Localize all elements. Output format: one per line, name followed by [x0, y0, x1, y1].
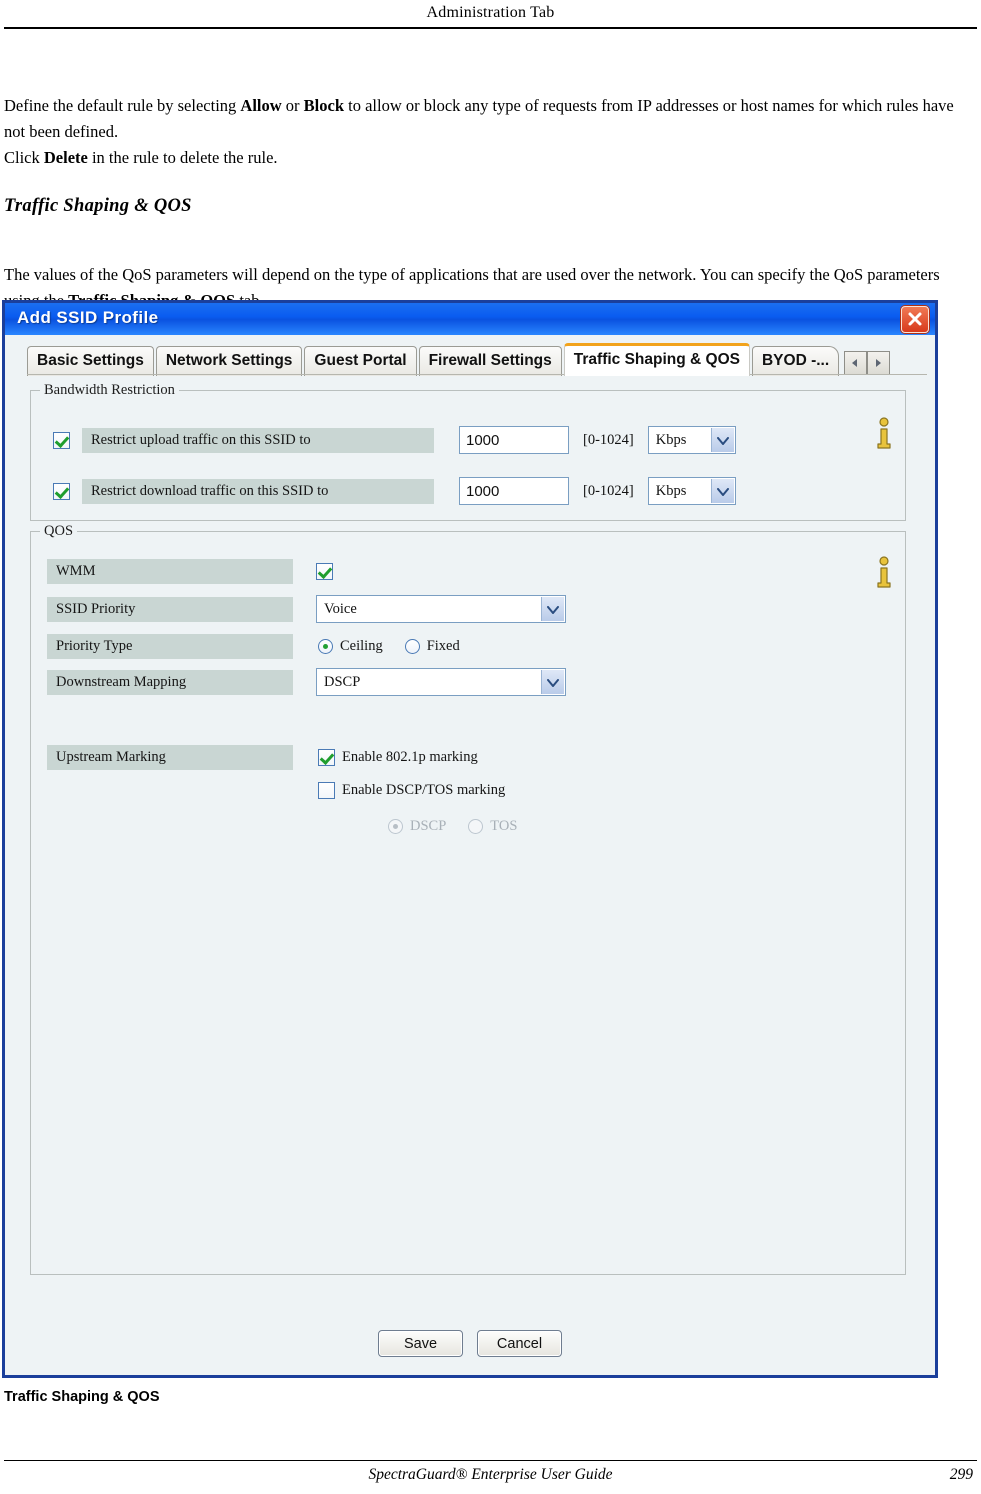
figure-caption: Traffic Shaping & QOS	[4, 1389, 160, 1405]
dialog-tabs: Basic Settings Network Settings Guest Port…	[5, 343, 935, 376]
upstream-marking-label: Upstream Marking	[47, 745, 293, 770]
chevron-down-icon	[710, 428, 734, 452]
chevron-down-icon	[710, 479, 734, 503]
tab-firewall-settings[interactable]: Firewall Settings	[418, 346, 562, 376]
ssid-priority-row: SSID Priority Voice	[47, 595, 566, 623]
download-unit-dropdown[interactable]: Kbps	[647, 477, 736, 505]
tab-basic-settings[interactable]: Basic Settings	[27, 346, 154, 376]
enable-dscptos-checkbox[interactable]	[318, 782, 335, 799]
wmm-checkbox[interactable]	[316, 563, 333, 580]
qos-info-icon[interactable]	[874, 556, 894, 594]
dialog-title: Add SSID Profile	[17, 308, 159, 327]
priority-type-ceiling-radio[interactable]	[318, 639, 333, 654]
download-limit-input[interactable]	[459, 477, 569, 505]
priority-type-ceiling-label: Ceiling	[340, 638, 383, 654]
qos-group: QOS WMM SSID Priority Voice Priority Typ…	[30, 523, 906, 1275]
tabstrip-underline	[27, 374, 927, 375]
restrict-upload-checkbox[interactable]	[53, 431, 70, 449]
download-unit-value: Kbps	[655, 483, 687, 499]
dialog-button-bar: Save Cancel	[2, 1330, 938, 1357]
priority-type-fixed-label: Fixed	[426, 638, 460, 654]
bandwidth-restriction-group: Bandwidth Restriction Restrict upload tr…	[30, 382, 906, 521]
restrict-download-label: Restrict download traffic on this SSID t…	[82, 478, 434, 504]
paragraph-default-rule: Define the default rule by selecting All…	[4, 96, 954, 141]
priority-type-fixed-radio[interactable]	[404, 639, 420, 654]
marking-type-dscp-radio	[388, 819, 403, 834]
restrict-download-checkbox[interactable]	[53, 482, 70, 500]
tab-guest-portal[interactable]: Guest Portal	[304, 346, 417, 376]
tab-scroll-right-icon[interactable]	[867, 351, 891, 375]
footer-title: SpectraGuard® Enterprise User Guide	[368, 1466, 613, 1483]
restrict-download-row: Restrict download traffic on this SSID t…	[53, 477, 736, 505]
bandwidth-restriction-legend: Bandwidth Restriction	[40, 382, 179, 399]
wmm-label: WMM	[47, 559, 293, 584]
running-head-text: Administration Tab	[426, 4, 555, 21]
enable-dscptos-label: Enable DSCP/TOS marking	[342, 782, 506, 798]
paragraph-delete-rule: Click Delete in the rule to delete the r…	[4, 148, 278, 167]
marking-type-dscp-label: DSCP	[410, 818, 447, 834]
tab-traffic-shaping-qos[interactable]: Traffic Shaping & QOS	[563, 343, 750, 376]
tab-network-settings[interactable]: Network Settings	[155, 346, 303, 376]
download-range-hint: [0-1024]	[583, 482, 634, 499]
restrict-upload-row: Restrict upload traffic on this SSID to …	[53, 426, 736, 454]
downstream-mapping-label: Downstream Mapping	[47, 669, 293, 695]
marking-type-tos-label: TOS	[490, 818, 518, 834]
section-heading: Traffic Shaping & QOS	[4, 196, 192, 216]
running-head: Administration Tab	[0, 0, 981, 28]
cancel-button[interactable]: Cancel	[477, 1330, 562, 1357]
footer-divider	[4, 1460, 977, 1461]
dialog-titlebar: Add SSID Profile	[5, 303, 935, 335]
save-button[interactable]: Save	[378, 1330, 463, 1357]
intro-paragraphs: Define the default rule by selecting All…	[4, 93, 969, 171]
ssid-priority-label: SSID Priority	[47, 596, 293, 622]
upload-range-hint: [0-1024]	[583, 431, 634, 448]
chevron-down-icon	[541, 597, 564, 621]
downstream-mapping-dropdown[interactable]: DSCP	[316, 668, 566, 696]
ssid-priority-dropdown[interactable]: Voice	[316, 595, 566, 623]
upstream-marking-row: Upstream Marking Enable 802.1p marking	[47, 745, 478, 770]
marking-type-row: DSCP TOS	[388, 818, 517, 835]
tab-byod[interactable]: BYOD -...	[751, 346, 840, 376]
ssid-priority-value: Voice	[324, 601, 357, 617]
priority-type-label: Priority Type	[47, 634, 293, 659]
downstream-mapping-value: DSCP	[324, 674, 361, 690]
tab-scroll-left-icon[interactable]	[844, 351, 868, 375]
enable-8021p-checkbox[interactable]	[318, 749, 335, 766]
priority-type-row: Priority Type Ceiling Fixed	[47, 634, 460, 659]
tab-scroll-buttons	[844, 351, 891, 375]
bandwidth-info-icon[interactable]	[874, 417, 894, 455]
close-icon[interactable]	[901, 306, 929, 333]
upload-unit-value: Kbps	[655, 432, 687, 448]
upload-unit-dropdown[interactable]: Kbps	[647, 426, 736, 454]
upload-limit-input[interactable]	[459, 426, 569, 454]
header-divider	[4, 27, 977, 29]
qos-legend: QOS	[40, 523, 78, 540]
enable-dscptos-row: Enable DSCP/TOS marking	[318, 782, 505, 799]
restrict-upload-label: Restrict upload traffic on this SSID to	[82, 427, 434, 453]
chevron-down-icon	[541, 670, 564, 694]
marking-type-tos-radio	[468, 819, 484, 834]
page-number: 299	[949, 1466, 973, 1483]
wmm-row: WMM	[47, 559, 333, 584]
enable-8021p-label: Enable 802.1p marking	[342, 749, 478, 765]
downstream-mapping-row: Downstream Mapping DSCP	[47, 668, 566, 696]
